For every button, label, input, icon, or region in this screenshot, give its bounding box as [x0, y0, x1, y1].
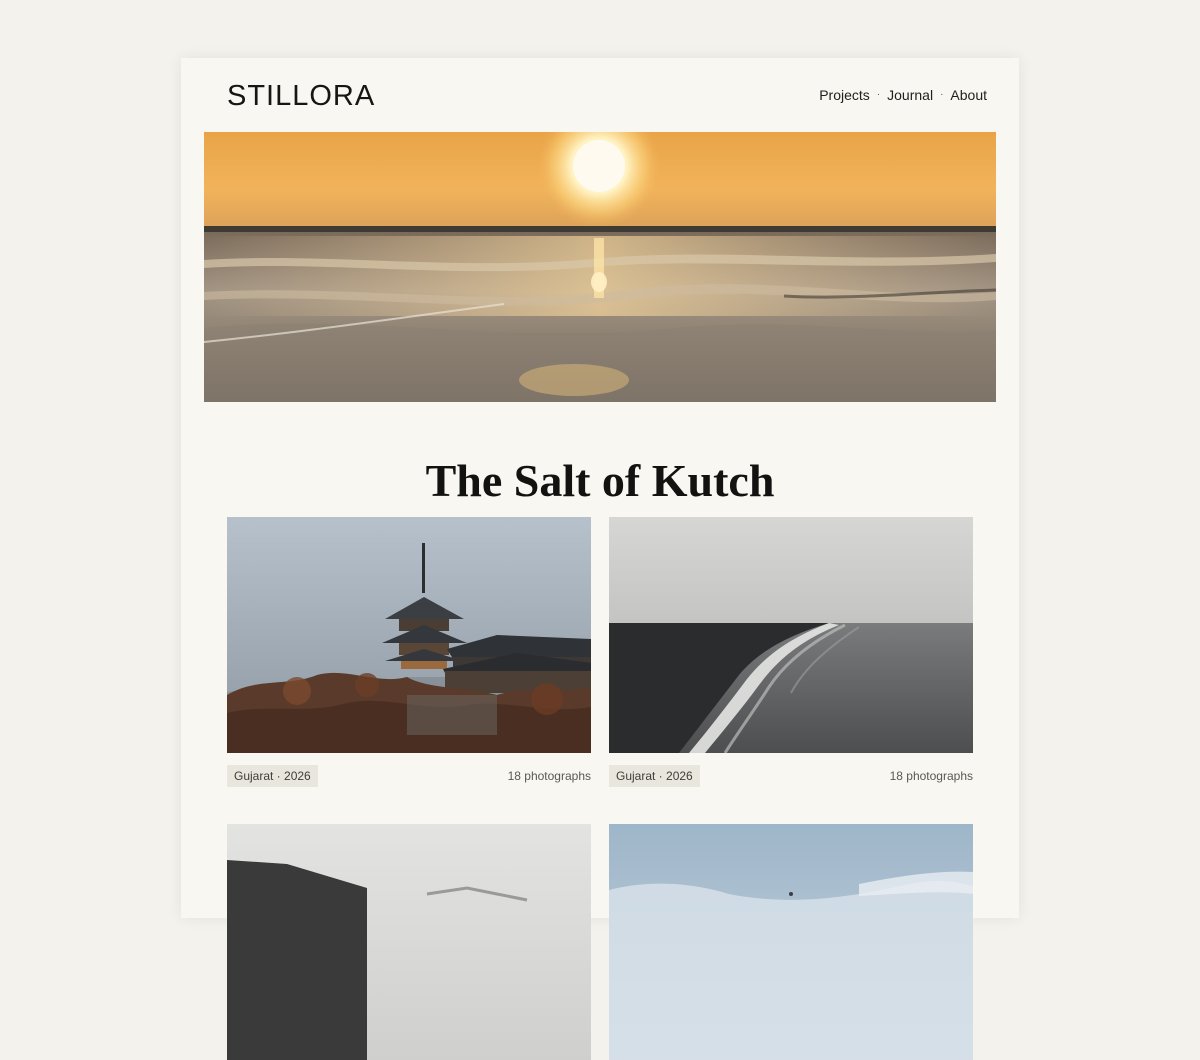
- card-meta: Gujarat · 2026 18 photographs: [227, 765, 591, 787]
- nav-about-link[interactable]: About: [950, 86, 987, 104]
- hero-image[interactable]: [204, 132, 996, 402]
- project-photo-shore[interactable]: [609, 824, 973, 1060]
- photo-count: 18 photographs: [507, 769, 591, 783]
- project-photo-coast[interactable]: [227, 824, 591, 1060]
- page-container: STILLORA Projects · Journal · About The …: [181, 58, 1019, 1060]
- photo-count: 18 photographs: [889, 769, 973, 783]
- nav-projects-link[interactable]: Projects: [819, 86, 870, 104]
- project-photo-beach[interactable]: [609, 517, 973, 753]
- nav-separator: ·: [876, 89, 881, 100]
- project-card[interactable]: [609, 824, 973, 1060]
- nav-separator: ·: [940, 89, 944, 100]
- project-photo-pagoda[interactable]: [227, 517, 591, 753]
- project-card[interactable]: Gujarat · 2026 18 photographs: [609, 517, 973, 787]
- project-card[interactable]: Gujarat · 2026 18 photographs: [227, 517, 591, 787]
- card-meta: Gujarat · 2026 18 photographs: [609, 765, 973, 787]
- page-title: The Salt of Kutch: [425, 454, 775, 506]
- main-nav: Projects · Journal · About: [819, 86, 987, 104]
- location-tag[interactable]: Gujarat · 2026: [609, 765, 700, 787]
- site-logo[interactable]: STILLORA: [227, 78, 375, 114]
- location-tag[interactable]: Gujarat · 2026: [227, 765, 318, 787]
- nav-journal-link[interactable]: Journal: [887, 86, 933, 104]
- project-card[interactable]: [227, 824, 591, 1060]
